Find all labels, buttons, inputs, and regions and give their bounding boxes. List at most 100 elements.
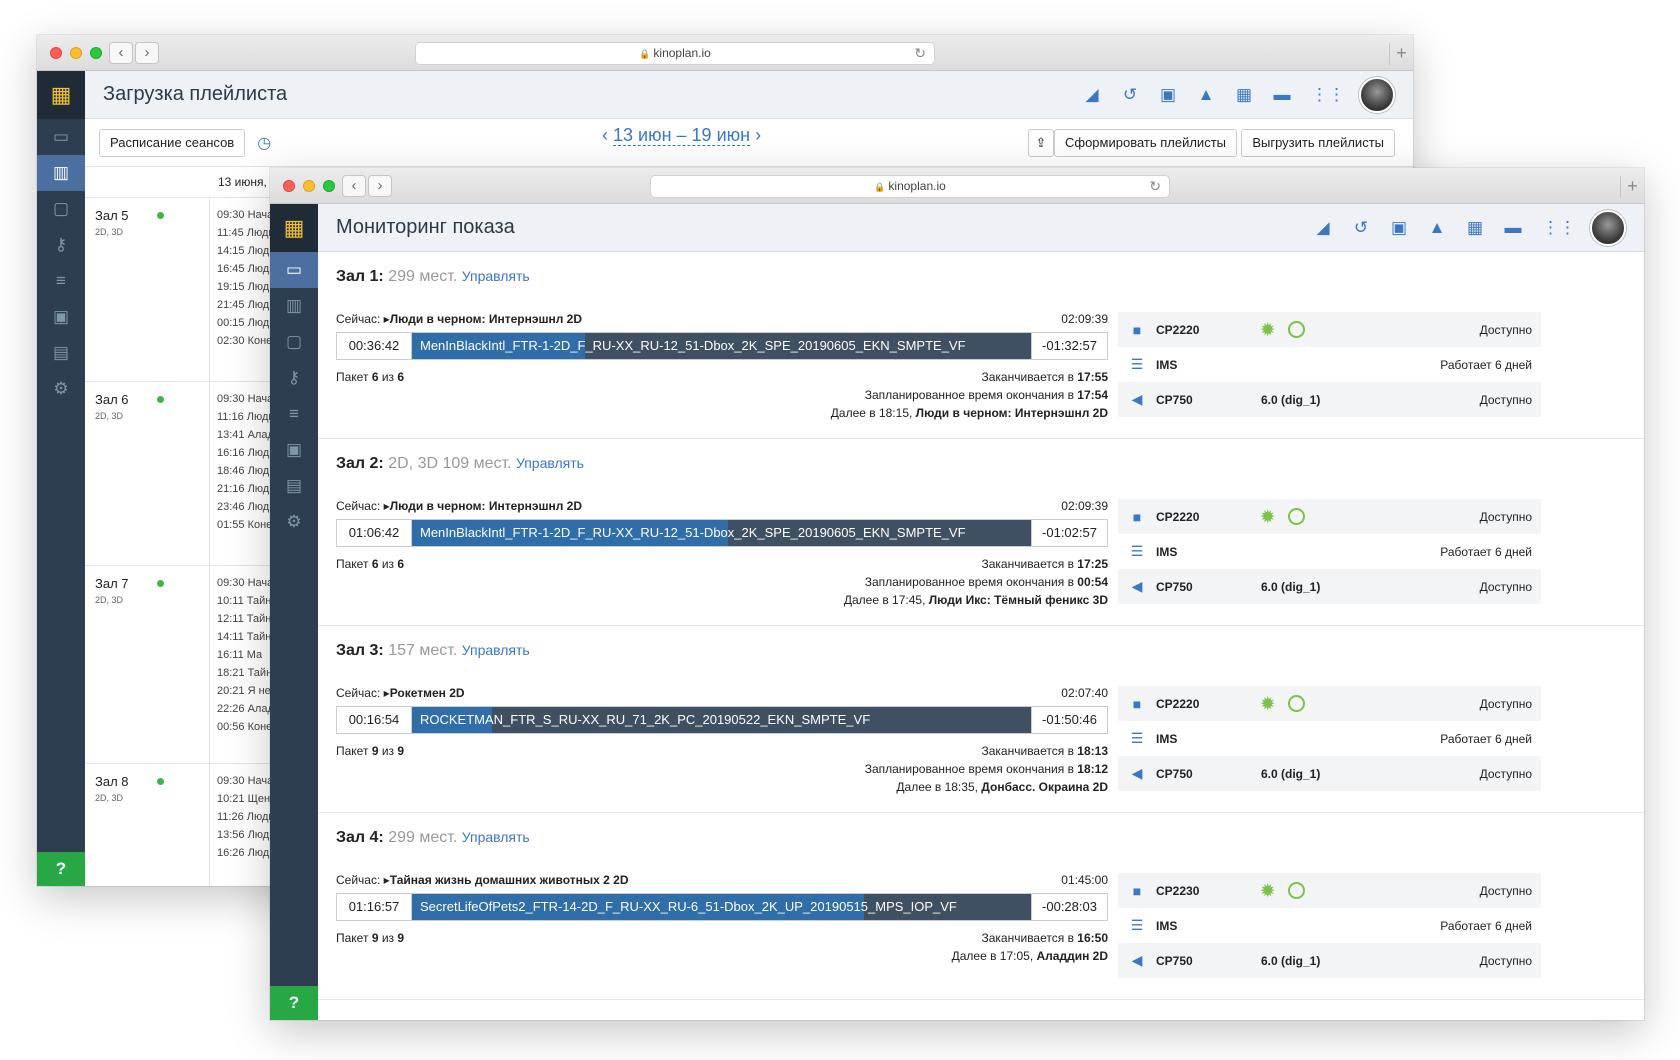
- progress-track[interactable]: MenInBlackIntl_FTR-1-2D_F_RU-XX_RU-12_51…: [412, 520, 1031, 546]
- address-bar[interactable]: 🔒 kinoplan.io ↻: [650, 175, 1170, 198]
- device-row[interactable]: ☰ IMS Работает 6 дней: [1118, 721, 1541, 756]
- manage-link[interactable]: Управлять: [516, 455, 584, 471]
- chat-icon[interactable]: ▬: [1504, 218, 1522, 238]
- settings-icon[interactable]: ⚙: [37, 371, 85, 407]
- url-text: kinoplan.io: [653, 46, 711, 60]
- hall-formats: 2D, 3D: [95, 227, 124, 237]
- playback-progress[interactable]: 01:16:57 SecretLifeOfPets2_FTR-14-2D_F_R…: [336, 893, 1108, 921]
- map-icon[interactable]: ▤: [37, 335, 85, 371]
- avatar[interactable]: [1359, 76, 1395, 113]
- device-row[interactable]: ☰ IMS Работает 6 дней: [1118, 347, 1541, 382]
- progress-track[interactable]: MenInBlackIntl_FTR-1-2D_F_RU-XX_RU-12_51…: [412, 333, 1031, 359]
- remaining-time: -00:28:03: [1031, 894, 1107, 920]
- film-icon[interactable]: ▥: [37, 155, 85, 191]
- wrap-icon[interactable]: ≡: [37, 263, 85, 299]
- inbox-icon[interactable]: ▣: [1159, 85, 1177, 105]
- device-row[interactable]: ■ CP2220 ✹ Доступно: [1118, 686, 1541, 721]
- minimize-window-button[interactable]: [70, 47, 82, 59]
- next-week-icon[interactable]: ›: [755, 125, 761, 145]
- device-row[interactable]: ■ CP2220 ✹ Доступно: [1118, 312, 1541, 347]
- camera-icon: ■: [1132, 508, 1142, 525]
- map-icon[interactable]: ▤: [270, 468, 318, 504]
- manage-link[interactable]: Управлять: [462, 829, 530, 845]
- back-icon[interactable]: ‹: [109, 42, 133, 64]
- avatar[interactable]: [1590, 209, 1626, 246]
- inbox-icon[interactable]: ▣: [1390, 218, 1408, 238]
- folder-icon[interactable]: ▢: [270, 324, 318, 360]
- playback-progress[interactable]: 01:06:42 MenInBlackIntl_FTR-1-2D_F_RU-XX…: [336, 519, 1108, 547]
- monitor-icon[interactable]: ▭: [270, 252, 318, 288]
- maximize-window-button[interactable]: [323, 180, 335, 192]
- playback-progress[interactable]: 00:36:42 MenInBlackIntl_FTR-1-2D_F_RU-XX…: [336, 332, 1108, 360]
- calendar-icon[interactable]: ▦: [1466, 218, 1484, 238]
- briefcase-icon[interactable]: ▣: [270, 432, 318, 468]
- progress-track[interactable]: ROCKETMAN_FTR_S_RU-XX_RU_71_2K_PC_201905…: [412, 707, 1031, 733]
- apps-grid-icon[interactable]: ⋮⋮: [1542, 218, 1576, 238]
- manage-link[interactable]: Управлять: [462, 642, 530, 658]
- date-range-label[interactable]: 13 июн – 19 июн: [613, 125, 751, 146]
- device-row[interactable]: ◀ CP750 6.0 (dig_1) Доступно: [1118, 756, 1541, 791]
- reload-icon[interactable]: ↻: [914, 43, 926, 64]
- close-window-button[interactable]: [50, 47, 62, 59]
- key-icon[interactable]: ⚷: [37, 227, 85, 263]
- device-row[interactable]: ◀ CP750 6.0 (dig_1) Доступно: [1118, 382, 1541, 417]
- progress-track[interactable]: SecretLifeOfPets2_FTR-14-2D_F_RU-XX_RU-6…: [412, 894, 1031, 920]
- prev-week-icon[interactable]: ‹: [602, 125, 608, 145]
- forward-icon[interactable]: ›: [368, 175, 392, 197]
- apps-grid-icon[interactable]: ⋮⋮: [1311, 85, 1345, 105]
- speaker-icon: ◀: [1131, 952, 1143, 968]
- settings-icon[interactable]: ⚙: [270, 504, 318, 540]
- device-row[interactable]: ◀ CP750 6.0 (dig_1) Доступно: [1118, 943, 1541, 978]
- megaphone-icon[interactable]: ◢: [1314, 218, 1332, 238]
- make-playlists-button[interactable]: Сформировать плейлисты: [1053, 129, 1237, 157]
- megaphone-icon[interactable]: ◢: [1083, 85, 1101, 105]
- bell-icon[interactable]: ▲: [1197, 85, 1215, 105]
- timer-icon[interactable]: ◷: [257, 133, 271, 153]
- folder-icon[interactable]: ▢: [37, 191, 85, 227]
- film-icon[interactable]: ▥: [270, 288, 318, 324]
- new-tab-icon[interactable]: +: [1620, 176, 1644, 198]
- manage-link[interactable]: Управлять: [462, 268, 530, 284]
- device-status: Доступно: [1479, 392, 1532, 407]
- calendar-icon[interactable]: ▦: [1235, 85, 1253, 105]
- device-row[interactable]: ■ CP2220 ✹ Доступно: [1118, 499, 1541, 534]
- forward-icon[interactable]: ›: [135, 42, 159, 64]
- briefcase-icon[interactable]: ▣: [37, 299, 85, 335]
- help-icon[interactable]: ?: [270, 986, 318, 1020]
- speaker-icon: ◀: [1131, 578, 1143, 594]
- maximize-window-button[interactable]: [90, 47, 102, 59]
- monitor-icon[interactable]: ▭: [37, 119, 85, 155]
- close-window-button[interactable]: [283, 180, 295, 192]
- now-playing: Сейчас: ▸Рокетмен 2D 02:07:40: [336, 686, 1108, 700]
- minimize-window-button[interactable]: [303, 180, 315, 192]
- playback-progress[interactable]: 00:16:54 ROCKETMAN_FTR_S_RU-XX_RU_71_2K_…: [336, 706, 1108, 734]
- device-row[interactable]: ☰ IMS Работает 6 дней: [1118, 908, 1541, 943]
- film-logo-icon[interactable]: ▦: [37, 71, 85, 119]
- hall-title: Зал 4: 299 мест. Управлять: [336, 829, 530, 847]
- export-playlists-button[interactable]: Выгрузить плейлисты: [1241, 129, 1395, 157]
- device-row[interactable]: ☰ IMS Работает 6 дней: [1118, 534, 1541, 569]
- device-row[interactable]: ■ CP2230 ✹ Доступно: [1118, 873, 1541, 908]
- new-tab-icon[interactable]: +: [1389, 43, 1413, 65]
- key-icon[interactable]: ⚷: [270, 360, 318, 396]
- schedule-button[interactable]: Расписание сеансов: [99, 128, 246, 157]
- schedule-info: Далее в 18:35, Донбасс. Окраина 2D: [336, 778, 1108, 796]
- device-row[interactable]: ◀ CP750 6.0 (dig_1) Доступно: [1118, 569, 1541, 604]
- upload-icon[interactable]: ⇪: [1028, 129, 1054, 157]
- film-logo-icon[interactable]: ▦: [270, 204, 318, 252]
- now-label: Сейчас:: [336, 686, 381, 700]
- ends-time: 18:13: [1077, 744, 1108, 758]
- hall-monitor-list: Зал 1: 299 мест. Управлять Сейчас: ▸Люди…: [318, 252, 1644, 1020]
- history-icon[interactable]: ↺: [1121, 85, 1139, 105]
- wrap-icon[interactable]: ≡: [270, 396, 318, 432]
- back-icon[interactable]: ‹: [342, 175, 366, 197]
- date-range[interactable]: ‹ 13 июн – 19 июн ›: [602, 125, 761, 146]
- help-icon[interactable]: ?: [37, 852, 85, 886]
- reload-icon[interactable]: ↻: [1149, 176, 1161, 197]
- history-icon[interactable]: ↺: [1352, 218, 1370, 238]
- schedule-info: Запланированное время окончания в 00:54: [336, 573, 1108, 591]
- chat-icon[interactable]: ▬: [1273, 85, 1291, 105]
- address-bar[interactable]: 🔒 kinoplan.io ↻: [415, 42, 935, 65]
- bell-icon[interactable]: ▲: [1428, 218, 1446, 238]
- lamp-icon: ✹: [1261, 882, 1275, 900]
